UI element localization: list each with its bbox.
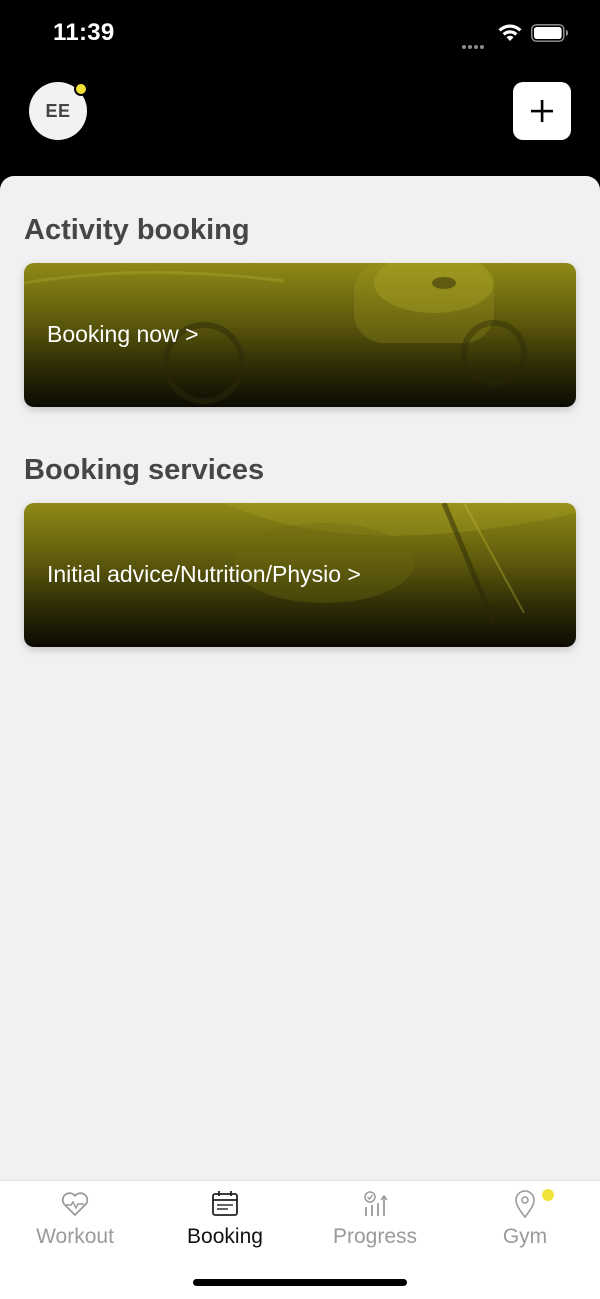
- home-indicator[interactable]: [193, 1279, 407, 1286]
- add-button[interactable]: [513, 82, 571, 140]
- progress-chart-icon: [364, 1191, 388, 1216]
- calendar-icon: [212, 1191, 238, 1216]
- booking-now-card[interactable]: Booking now >: [24, 263, 576, 407]
- booking-services-label: Initial advice/Nutrition/Physio >: [47, 561, 361, 587]
- battery-icon: [531, 24, 568, 42]
- tab-workout-label: Workout: [36, 1225, 114, 1248]
- content-sheet: Activity booking Booking now > Booking s…: [0, 176, 600, 1180]
- avatar-notification-badge: [74, 82, 88, 96]
- location-pin-icon: [515, 1190, 535, 1219]
- tab-booking[interactable]: Booking: [150, 1189, 300, 1259]
- status-bar: 11:39: [0, 0, 600, 66]
- tab-workout[interactable]: Workout: [0, 1189, 150, 1259]
- section-title-activity-booking: Activity booking: [24, 214, 250, 246]
- tab-gym-label: Gym: [502, 1225, 548, 1248]
- heart-icon: [61, 1192, 89, 1216]
- section-title-booking-services: Booking services: [24, 454, 265, 486]
- tab-progress-label: Progress: [332, 1225, 418, 1248]
- gym-notification-badge: [542, 1189, 554, 1201]
- app-header: EE: [0, 66, 600, 176]
- tab-progress[interactable]: Progress: [300, 1189, 450, 1259]
- wifi-icon: [498, 24, 522, 41]
- tab-booking-label: Booking: [187, 1225, 263, 1248]
- status-time: 11:39: [53, 19, 115, 46]
- plus-icon: [531, 100, 553, 122]
- signal-dots-icon: [462, 36, 490, 49]
- booking-services-card[interactable]: Initial advice/Nutrition/Physio >: [24, 503, 576, 647]
- booking-now-label: Booking now >: [47, 321, 199, 347]
- tab-gym[interactable]: Gym: [450, 1189, 600, 1259]
